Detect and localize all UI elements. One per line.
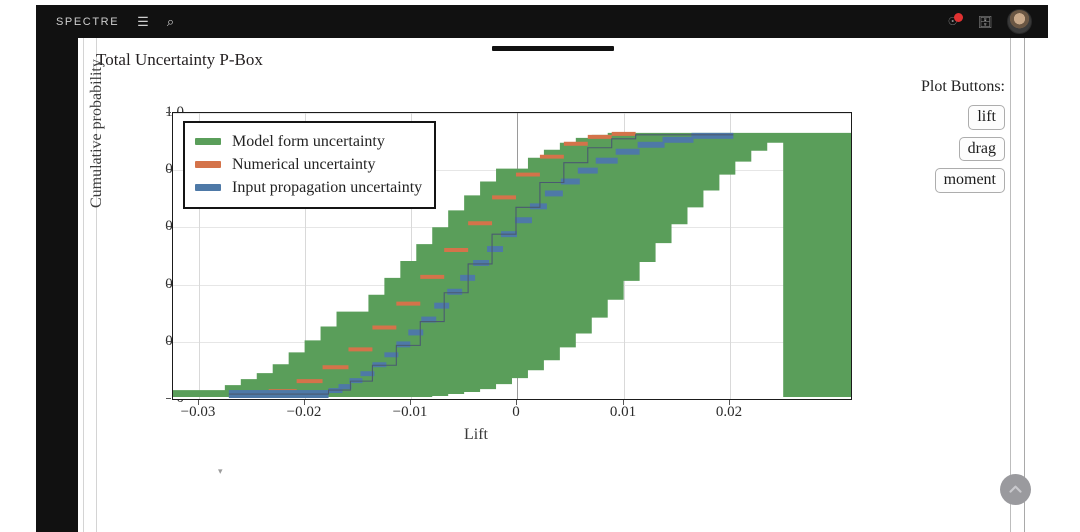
y-tick-mark	[166, 398, 171, 399]
legend-label: Input propagation uncertainty	[232, 178, 423, 196]
legend-item: Model form uncertainty	[195, 130, 422, 153]
legend-swatch-input-propagation	[195, 184, 221, 191]
sidebar-rail	[36, 38, 78, 532]
x-tick-mark	[623, 400, 624, 405]
x-tick-mark	[410, 400, 411, 405]
y-tick-mark	[166, 341, 171, 342]
chart-legend: Model form uncertainty Numerical uncerta…	[183, 121, 437, 209]
top-progress-bar	[492, 46, 614, 51]
search-icon[interactable]: ⌕	[167, 15, 174, 28]
x-tick-mark	[516, 400, 517, 405]
stray-glyph: ▾	[218, 466, 223, 476]
x-axis-label: Lift	[464, 426, 488, 443]
screen-share-icon[interactable]: 🗄	[978, 15, 993, 29]
y-tick-mark	[166, 169, 171, 170]
x-tick-mark	[304, 400, 305, 405]
plot-button-row: lift	[880, 105, 1005, 137]
y-tick-mark	[166, 112, 171, 113]
chevron-up-icon	[1009, 485, 1022, 493]
gridline-horizontal	[173, 399, 851, 400]
plot-buttons-panel: Plot Buttons: lift drag moment	[880, 78, 1005, 200]
plot-button-drag[interactable]: drag	[958, 136, 1005, 162]
y-tick-mark	[166, 226, 171, 227]
top-bar-actions: ☉ 🗄	[948, 9, 1048, 34]
plot-buttons-title: Plot Buttons:	[920, 78, 1005, 95]
legend-label: Numerical uncertainty	[232, 155, 376, 173]
scrollbar-track-outer[interactable]	[1010, 38, 1011, 532]
notifications-button[interactable]: ☉	[948, 12, 964, 30]
legend-label: Model form uncertainty	[232, 132, 385, 150]
plot-button-row: moment	[880, 168, 1005, 200]
legend-swatch-numerical	[195, 161, 221, 168]
plot-button-row: drag	[880, 136, 1005, 169]
avatar[interactable]	[1007, 9, 1032, 34]
plot-button-lift[interactable]: lift	[968, 105, 1005, 130]
x-tick-label: 0.02	[715, 404, 743, 420]
content-rule-left	[83, 38, 84, 532]
x-tick-mark	[198, 400, 199, 405]
app-brand[interactable]: SPECTRE	[56, 16, 119, 28]
x-tick-mark	[729, 400, 730, 405]
x-tick-label: 0.01	[609, 404, 637, 420]
y-tick-mark	[166, 284, 171, 285]
top-app-bar: SPECTRE ☰ ⌕ ☉ 🗄	[36, 5, 1048, 38]
x-tick-label: −0.01	[392, 404, 428, 420]
x-tick-label: 0	[512, 404, 520, 420]
legend-item: Input propagation uncertainty	[195, 176, 422, 199]
scrollbar-track-inner[interactable]	[1024, 38, 1025, 532]
notification-badge	[953, 12, 963, 22]
page-title: Total Uncertainty P-Box	[96, 50, 263, 69]
scroll-to-top-button[interactable]	[1000, 474, 1031, 505]
app-root: SPECTRE ☰ ⌕ ☉ 🗄 Total Uncertainty P-Box …	[0, 0, 1080, 532]
plot-button-moment[interactable]: moment	[934, 168, 1005, 193]
hamburger-icon[interactable]: ☰	[137, 15, 149, 28]
figure-total-uncertainty-pbox: Cumulative probability Lift 1.0 0.8 0.6 …	[88, 59, 876, 468]
x-tick-label: −0.02	[286, 404, 322, 420]
page-gutter-left	[0, 0, 36, 532]
y-axis-label: Cumulative probability	[88, 59, 105, 208]
plot-area: Model form uncertainty Numerical uncerta…	[172, 112, 852, 400]
legend-item: Numerical uncertainty	[195, 153, 422, 176]
legend-swatch-model-form	[195, 138, 221, 145]
page-gutter-right	[1048, 0, 1080, 532]
x-tick-label: −0.03	[180, 404, 216, 420]
